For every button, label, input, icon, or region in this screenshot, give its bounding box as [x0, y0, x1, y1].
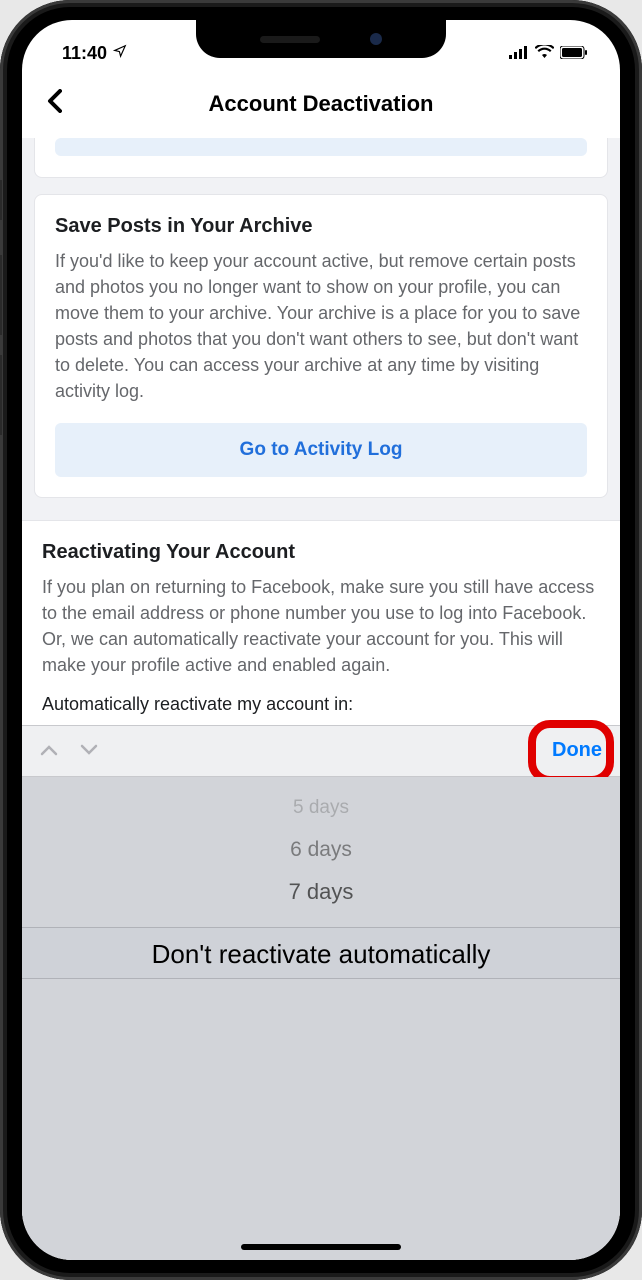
location-icon [113, 44, 127, 63]
archive-card-text: If you'd like to keep your account activ… [55, 248, 587, 405]
partial-card-above [34, 138, 608, 178]
wifi-icon [535, 43, 554, 64]
volume-up-button [0, 255, 2, 335]
partial-action-button[interactable] [55, 138, 587, 156]
reactivate-section: Reactivating Your Account If you plan on… [22, 520, 620, 725]
volume-down-button [0, 355, 2, 435]
screen: 11:40 [22, 20, 620, 1260]
nav-header: Account Deactivation [22, 70, 620, 138]
picker-option[interactable]: 5 days [22, 787, 620, 829]
page-title: Account Deactivation [22, 91, 620, 117]
back-button[interactable] [38, 80, 70, 128]
archive-card: Save Posts in Your Archive If you'd like… [34, 194, 608, 498]
picker-toolbar: Done [22, 725, 620, 777]
front-camera [370, 33, 382, 45]
reactivate-title: Reactivating Your Account [42, 541, 600, 564]
picker-next-icon[interactable] [80, 739, 98, 762]
cellular-signal-icon [509, 43, 529, 64]
done-button[interactable]: Done [552, 739, 602, 762]
chevron-left-icon [46, 88, 62, 119]
content-area: Save Posts in Your Archive If you'd like… [22, 138, 620, 1260]
speaker-grill [260, 36, 320, 43]
activity-log-button[interactable]: Go to Activity Log [55, 423, 587, 477]
silent-switch [0, 180, 2, 220]
reactivate-prompt: Automatically reactivate my account in: [42, 694, 600, 715]
notch [196, 20, 446, 58]
status-time: 11:40 [62, 43, 107, 64]
phone-frame: 11:40 [0, 0, 642, 1280]
time-picker[interactable]: 5 days 6 days 7 days Don't reactivate au… [22, 777, 620, 1260]
battery-icon [560, 43, 588, 64]
reactivate-text: If you plan on returning to Facebook, ma… [42, 574, 600, 678]
picker-option[interactable]: 6 days [22, 829, 620, 871]
picker-prev-icon[interactable] [40, 739, 58, 762]
picker-option[interactable]: 7 days [22, 871, 620, 913]
archive-card-title: Save Posts in Your Archive [55, 215, 587, 238]
home-indicator[interactable] [241, 1244, 401, 1250]
picker-selected-option[interactable]: Don't reactivate automatically [22, 927, 620, 979]
